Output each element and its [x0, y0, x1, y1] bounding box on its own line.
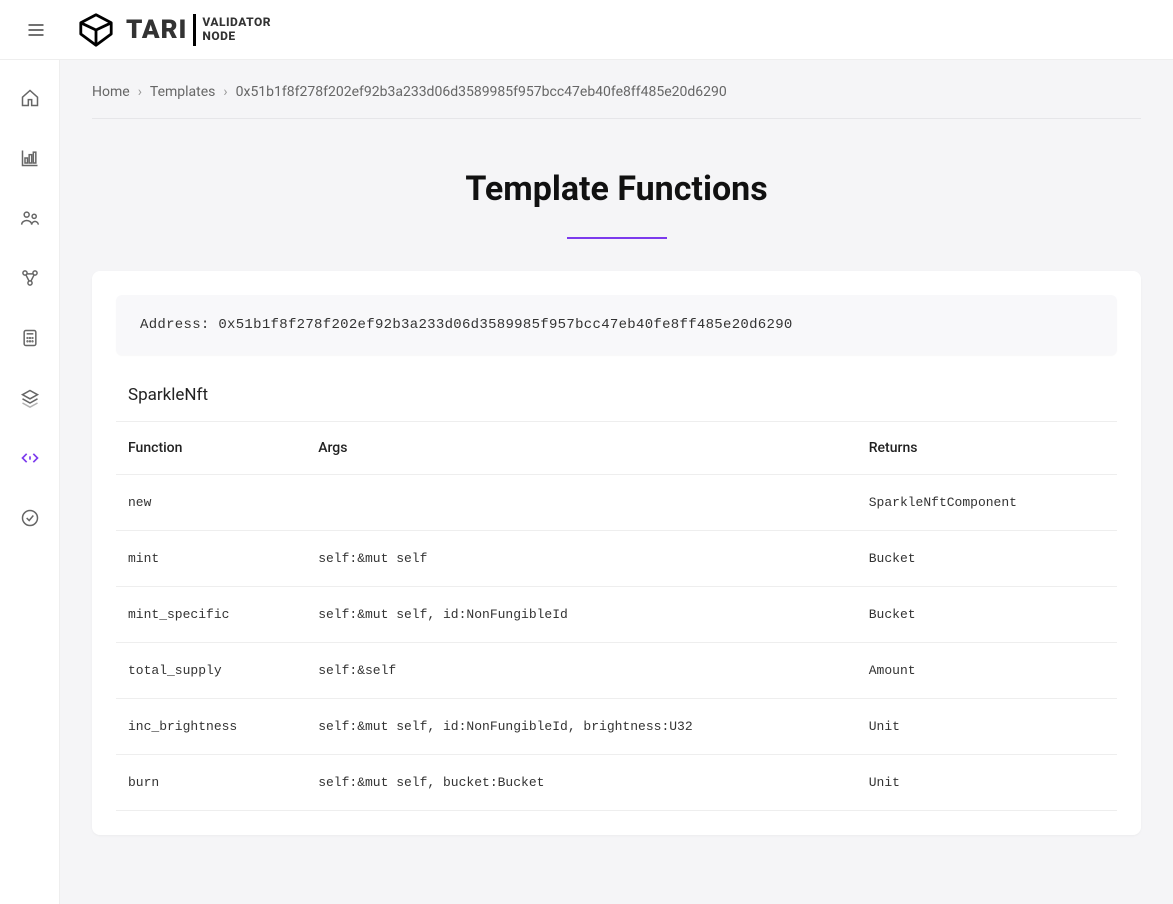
page-title: Template Functions	[92, 169, 1141, 209]
cell-ret: Unit	[857, 755, 1117, 811]
page-title-section: Template Functions	[92, 169, 1141, 239]
menu-button[interactable]	[16, 10, 56, 50]
cell-args: self:&mut self, id:NonFungibleId, bright…	[306, 699, 857, 755]
sidebar-item-connections[interactable]	[12, 260, 48, 296]
cell-fn: burn	[116, 755, 306, 811]
cell-ret: Amount	[857, 643, 1117, 699]
users-icon	[20, 208, 40, 228]
logo-brand: TARI	[126, 15, 187, 45]
functions-table: Function Args Returns new SparkleNftComp…	[116, 421, 1117, 811]
sidebar-item-committees[interactable]	[12, 200, 48, 236]
cell-ret: Unit	[857, 699, 1117, 755]
cell-args: self:&self	[306, 643, 857, 699]
breadcrumb-sep: ›	[138, 84, 142, 100]
th-function: Function	[116, 422, 306, 475]
layers-icon	[20, 388, 40, 408]
table-row: mint self:&mut self Bucket	[116, 531, 1117, 587]
network-icon	[20, 268, 40, 288]
template-name: SparkleNft	[116, 385, 1117, 421]
cell-fn: inc_brightness	[116, 699, 306, 755]
chart-bar-icon	[20, 148, 40, 168]
logo-sub1: VALIDATOR	[202, 16, 271, 29]
table-row: burn self:&mut self, bucket:Bucket Unit	[116, 755, 1117, 811]
address-value: 0x51b1f8f278f202ef92b3a233d06d3589985f95…	[218, 317, 792, 333]
th-args: Args	[306, 422, 857, 475]
main-content: Home › Templates › 0x51b1f8f278f202ef92b…	[60, 60, 1173, 904]
cell-args: self:&mut self, bucket:Bucket	[306, 755, 857, 811]
template-card: Address: 0x51b1f8f278f202ef92b3a233d06d3…	[92, 271, 1141, 835]
cell-ret: SparkleNftComponent	[857, 475, 1117, 531]
cell-ret: Bucket	[857, 531, 1117, 587]
code-icon	[20, 448, 40, 468]
breadcrumb-templates[interactable]: Templates	[150, 84, 216, 100]
cell-fn: new	[116, 475, 306, 531]
table-row: inc_brightness self:&mut self, id:NonFun…	[116, 699, 1117, 755]
sidebar	[0, 60, 60, 904]
sidebar-item-mempool[interactable]	[12, 380, 48, 416]
breadcrumb: Home › Templates › 0x51b1f8f278f202ef92b…	[92, 84, 1141, 119]
th-returns: Returns	[857, 422, 1117, 475]
sidebar-item-blocks[interactable]	[12, 140, 48, 176]
cell-args: self:&mut self	[306, 531, 857, 587]
breadcrumb-current: 0x51b1f8f278f202ef92b3a233d06d3589985f95…	[236, 84, 727, 100]
logo-sub2: NODE	[202, 30, 271, 43]
cell-fn: mint	[116, 531, 306, 587]
sidebar-item-home[interactable]	[12, 80, 48, 116]
address-label: Address:	[140, 317, 210, 333]
logo-text: TARI VALIDATOR NODE	[126, 14, 271, 46]
cell-args: self:&mut self, id:NonFungibleId	[306, 587, 857, 643]
topbar: TARI VALIDATOR NODE	[0, 0, 1173, 60]
sidebar-item-templates[interactable]	[12, 440, 48, 476]
cell-fn: mint_specific	[116, 587, 306, 643]
cell-ret: Bucket	[857, 587, 1117, 643]
home-icon	[20, 88, 40, 108]
hamburger-icon	[26, 20, 46, 40]
calculator-icon	[20, 328, 40, 348]
breadcrumb-home[interactable]: Home	[92, 84, 130, 100]
check-circle-icon	[20, 508, 40, 528]
sidebar-item-validators[interactable]	[12, 500, 48, 536]
table-row: total_supply self:&self Amount	[116, 643, 1117, 699]
cell-args	[306, 475, 857, 531]
logo[interactable]: TARI VALIDATOR NODE	[76, 10, 271, 50]
table-row: mint_specific self:&mut self, id:NonFung…	[116, 587, 1117, 643]
title-underline	[567, 237, 667, 239]
sidebar-item-fees[interactable]	[12, 320, 48, 356]
address-box: Address: 0x51b1f8f278f202ef92b3a233d06d3…	[116, 295, 1117, 355]
table-row: new SparkleNftComponent	[116, 475, 1117, 531]
logo-divider	[193, 14, 196, 46]
tari-logo-icon	[76, 10, 116, 50]
cell-fn: total_supply	[116, 643, 306, 699]
breadcrumb-sep: ›	[223, 84, 227, 100]
